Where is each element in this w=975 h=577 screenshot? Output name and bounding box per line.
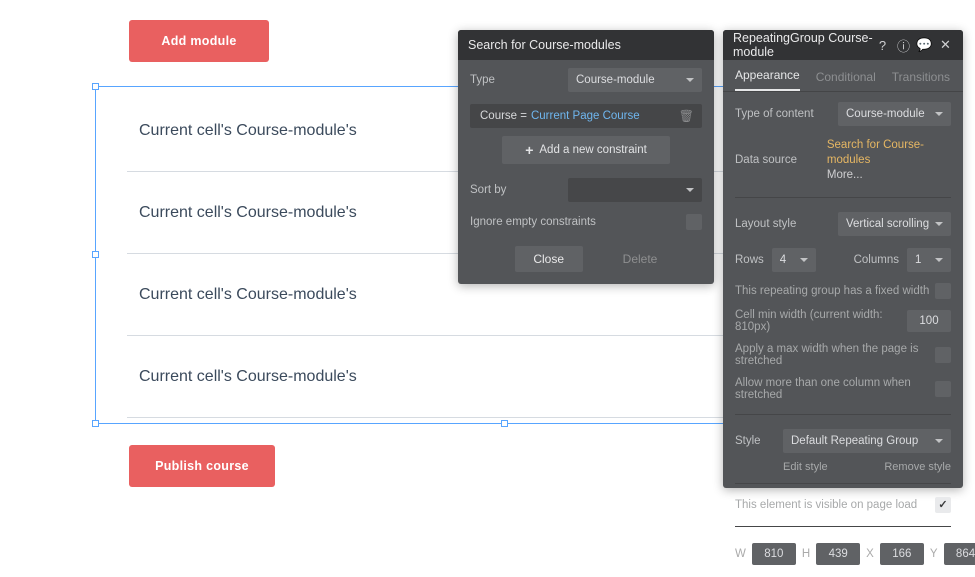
cell-min-width-label: Cell min width (current width: 810px) <box>735 309 907 333</box>
fixed-width-checkbox[interactable] <box>935 283 951 299</box>
resize-handle-bl[interactable] <box>92 420 99 427</box>
layout-style-label: Layout style <box>735 218 830 230</box>
ignore-constraints-label: Ignore empty constraints <box>470 216 678 228</box>
property-panel: RepeatingGroup Course-module ? ⓘ 💬 ✕ App… <box>723 30 963 488</box>
publish-course-button[interactable]: Publish course <box>129 445 275 487</box>
visible-label: This element is visible on page load <box>735 499 917 511</box>
type-select[interactable]: Course-module <box>568 68 702 92</box>
multi-col-checkbox[interactable] <box>935 381 951 397</box>
comment-icon[interactable]: 💬 <box>917 38 932 53</box>
tab-appearance[interactable]: Appearance <box>735 68 800 91</box>
caret-down-icon <box>800 258 808 262</box>
separator <box>735 414 951 415</box>
type-of-content-select[interactable]: Course-module <box>838 102 951 126</box>
type-of-content-label: Type of content <box>735 108 830 120</box>
fixed-width-label: This repeating group has a fixed width <box>735 285 929 297</box>
style-value: Default Repeating Group <box>791 435 918 447</box>
property-panel-title: RepeatingGroup Course-module <box>733 31 875 59</box>
data-source-text: Search for Course-modules <box>827 139 924 166</box>
max-width-row: Apply a max width when the page is stret… <box>723 338 963 372</box>
h-input[interactable] <box>816 543 860 565</box>
columns-select[interactable]: 1 <box>907 248 951 272</box>
cell-text: Current cell's Course-module's <box>127 368 357 386</box>
multi-col-label: Allow more than one column when stretche… <box>735 377 935 401</box>
visible-row: This element is visible on page load ✓ <box>723 492 963 518</box>
rows-select[interactable]: 4 <box>772 248 816 272</box>
data-source-more[interactable]: More... <box>827 168 951 183</box>
rows-label: Rows <box>735 254 764 266</box>
add-module-button[interactable]: Add module <box>129 20 269 62</box>
style-select[interactable]: Default Repeating Group <box>783 429 951 453</box>
ignore-constraints-checkbox[interactable] <box>686 214 702 230</box>
layout-style-select[interactable]: Vertical scrolling <box>838 212 951 236</box>
property-panel-header[interactable]: RepeatingGroup Course-module ? ⓘ 💬 ✕ <box>723 30 963 60</box>
caret-down-icon <box>686 78 694 82</box>
cell-text: Current cell's Course-module's <box>127 286 357 304</box>
data-source-label: Data source <box>735 154 819 166</box>
y-input[interactable] <box>944 543 975 565</box>
add-constraint-label: Add a new constraint <box>539 144 646 156</box>
w-input[interactable] <box>752 543 796 565</box>
resize-handle-tl[interactable] <box>92 83 99 90</box>
w-label: W <box>735 548 746 560</box>
remove-style-link[interactable]: Remove style <box>884 461 951 473</box>
separator <box>735 197 951 198</box>
property-tabs: Appearance Conditional Transitions <box>723 60 963 92</box>
trash-icon[interactable]: 🗑 <box>679 109 694 123</box>
cell-text: Current cell's Course-module's <box>127 204 357 222</box>
separator <box>735 483 951 484</box>
type-of-content-value: Course-module <box>846 108 925 120</box>
caret-down-icon <box>935 222 943 226</box>
y-label: Y <box>930 548 938 560</box>
delete-button[interactable]: Delete <box>623 246 658 272</box>
add-constraint-button[interactable]: + Add a new constraint <box>502 136 670 164</box>
constraint-value[interactable]: Current Page Course <box>531 110 640 122</box>
caret-down-icon <box>935 258 943 262</box>
multi-col-row: Allow more than one column when stretche… <box>723 372 963 406</box>
layout-style-value: Vertical scrolling <box>846 218 929 230</box>
close-icon[interactable]: ✕ <box>938 38 953 53</box>
info-icon[interactable]: ⓘ <box>896 38 911 53</box>
help-icon[interactable]: ? <box>875 38 890 53</box>
cell-min-width-row: Cell min width (current width: 810px) <box>723 304 963 338</box>
fixed-width-row: This repeating group has a fixed width <box>723 278 963 304</box>
tab-transitions[interactable]: Transitions <box>892 70 950 91</box>
h-label: H <box>802 548 810 560</box>
plus-icon: + <box>525 142 533 158</box>
search-panel-header[interactable]: Search for Course-modules <box>458 30 714 60</box>
tab-conditional[interactable]: Conditional <box>816 70 876 91</box>
resize-handle-ml[interactable] <box>92 251 99 258</box>
x-input[interactable] <box>880 543 924 565</box>
sort-label: Sort by <box>470 184 560 196</box>
caret-down-icon <box>686 188 694 192</box>
cell-min-width-input[interactable] <box>907 310 951 332</box>
edit-style-link[interactable]: Edit style <box>783 461 828 473</box>
resize-handle-bc[interactable] <box>501 420 508 427</box>
x-label: X <box>866 548 874 560</box>
columns-value: 1 <box>915 254 921 266</box>
max-width-checkbox[interactable] <box>935 347 951 363</box>
visible-checkbox[interactable]: ✓ <box>935 497 951 513</box>
type-select-value: Course-module <box>576 74 655 86</box>
caret-down-icon <box>935 112 943 116</box>
caret-down-icon <box>935 439 943 443</box>
search-panel: Search for Course-modules Type Course-mo… <box>458 30 714 284</box>
rows-value: 4 <box>780 254 786 266</box>
type-label: Type <box>470 74 560 86</box>
style-label: Style <box>735 435 775 447</box>
data-source-value[interactable]: Search for Course-modules More... <box>827 138 951 183</box>
search-panel-title: Search for Course-modules <box>468 38 621 52</box>
separator <box>735 526 951 527</box>
columns-label: Columns <box>854 254 899 266</box>
constraint-key: Course = <box>480 110 527 122</box>
constraint-row[interactable]: Course = Current Page Course 🗑 <box>470 104 702 128</box>
close-button[interactable]: Close <box>515 246 583 272</box>
max-width-label: Apply a max width when the page is stret… <box>735 343 935 367</box>
sort-select[interactable] <box>568 178 702 202</box>
cell-text: Current cell's Course-module's <box>127 122 357 140</box>
coordinates-row: W H X Y <box>723 535 963 573</box>
